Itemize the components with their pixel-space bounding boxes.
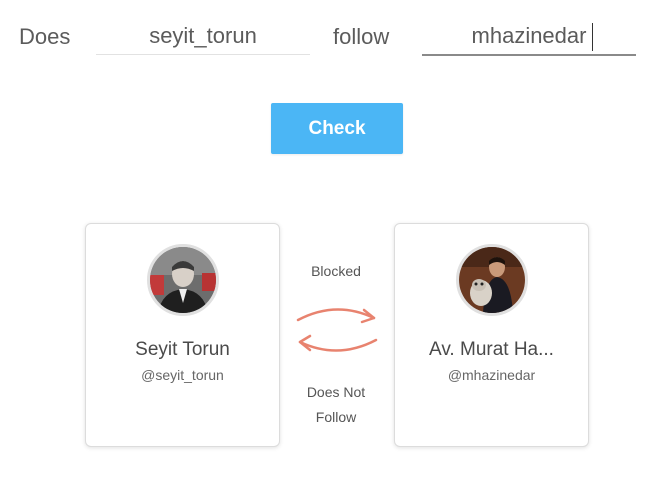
swap-arrows-icon [296,308,378,352]
first-username-input[interactable] [96,18,310,55]
right-user-card[interactable]: Av. Murat Ha... @mhazinedar [394,223,589,447]
user-display-name: Seyit Torun [135,339,230,360]
user-handle: @mhazinedar [447,367,536,383]
avatar-photo-icon [150,247,216,313]
follow-status-line-1: Does Not [306,384,366,400]
avatar-photo-icon [459,247,525,313]
follow-status: Does Not Follow [286,380,386,430]
follow-status-line-2: Follow [315,409,357,425]
left-user-card[interactable]: Seyit Torun @seyit_torun [85,223,280,447]
follow-label: follow [333,24,390,49]
query-row: Does follow [0,18,670,58]
user-handle: @seyit_torun [141,367,224,383]
second-username-input[interactable] [422,18,636,56]
check-button[interactable]: Check [271,103,403,154]
does-label: Does [19,24,71,49]
blocked-status: Blocked [311,263,361,279]
avatar [147,244,219,316]
text-caret [592,23,593,51]
user-display-name: Av. Murat Ha... [429,339,554,360]
avatar [456,244,528,316]
